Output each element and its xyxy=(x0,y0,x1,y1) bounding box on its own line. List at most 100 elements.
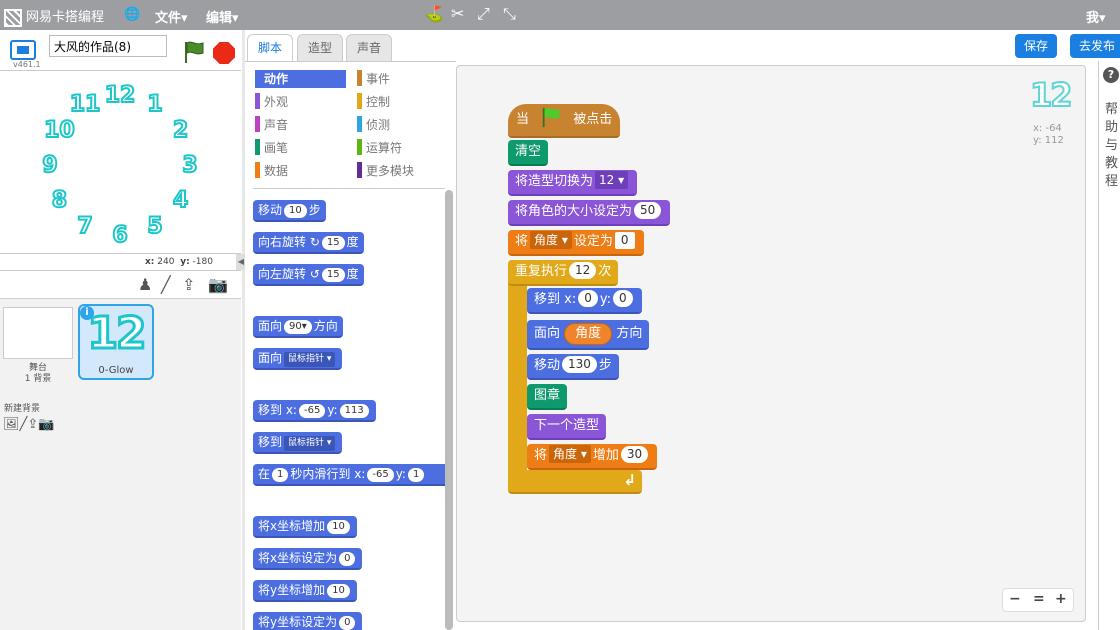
block-set-x[interactable]: 将x坐标设定为 0 xyxy=(253,548,363,570)
clock-number: 1 xyxy=(146,91,163,118)
help-icon[interactable]: ? xyxy=(1103,67,1119,83)
clock-number: 5 xyxy=(146,213,163,240)
green-flag-icon[interactable] xyxy=(182,40,206,64)
sprite-thumbnail[interactable]: 12 0-Glow i xyxy=(78,304,154,380)
tab-sounds[interactable]: 声音 xyxy=(346,34,393,62)
change-variable-block[interactable]: 将角度 ▾ 增加 30 xyxy=(527,444,658,470)
clear-block[interactable]: 清空 xyxy=(508,140,549,166)
category-color-swatch xyxy=(255,116,260,132)
block-set-y[interactable]: 将y坐标设定为 0 xyxy=(253,612,363,630)
category-color-swatch xyxy=(357,139,362,155)
stop-icon[interactable] xyxy=(213,42,235,64)
duplicate-tool-icon[interactable]: ⛳ xyxy=(424,4,444,23)
new-backdrop-tools: 🖼╱⇪📷 xyxy=(3,417,54,432)
category-label: 侦测 xyxy=(366,118,391,132)
stage-canvas[interactable]: 12 1 2 3 4 5 6 7 8 9 10 11 xyxy=(0,70,241,254)
category-color-swatch xyxy=(255,70,260,86)
workspace-sprite-preview: 12 xyxy=(1029,75,1073,115)
category-4[interactable]: 声音 xyxy=(255,116,346,134)
backdrop-library-icon[interactable]: 🖼 xyxy=(3,417,20,432)
delete-tool-icon[interactable]: ✂ xyxy=(451,4,464,23)
move-steps-block[interactable]: 移动 130 步 xyxy=(527,354,619,380)
edit-menu[interactable]: 编辑▾ xyxy=(206,7,239,26)
block-glide[interactable]: 在 1 秒内滑行到 x: -65 y: 1 xyxy=(253,464,453,486)
block-turn-left[interactable]: 向左旋转 ↺ 15 度 xyxy=(253,264,364,286)
loop-arrow-icon: ↲ xyxy=(623,471,636,489)
clock-number: 3 xyxy=(181,152,198,179)
clock-number: 4 xyxy=(172,187,189,214)
set-size-block[interactable]: 将角色的大小设定为 50 xyxy=(508,200,671,226)
switch-costume-block[interactable]: 将造型切换为 12 ▾ xyxy=(508,170,638,196)
block-change-x[interactable]: 将x坐标增加 10 xyxy=(253,516,357,538)
grow-tool-icon[interactable]: ⤢ xyxy=(477,4,490,24)
category-1[interactable]: 事件 xyxy=(357,70,448,88)
paint-sprite-icon[interactable]: ╱ xyxy=(161,275,171,294)
zoom-out-icon[interactable]: − xyxy=(1009,591,1021,607)
choose-sprite-icon[interactable]: ♟ xyxy=(138,275,152,294)
camera-icon[interactable]: 📷 xyxy=(208,275,228,294)
sprite-toolbar: ♟ ╱ ⇪ 📷 xyxy=(0,270,241,298)
help-label: 帮助与教程 xyxy=(1105,102,1119,189)
zoom-reset-icon[interactable]: = xyxy=(1033,591,1045,607)
category-7[interactable]: 运算符 xyxy=(357,139,448,157)
block-goto[interactable]: 移到 鼠标指针 ▾ xyxy=(253,432,343,454)
goto-xy-block[interactable]: 移到 x: 0 y: 0 xyxy=(527,288,642,314)
set-variable-block[interactable]: 将角度 ▾ 设定为 0 xyxy=(508,230,644,256)
angle-variable-reporter: 角度 xyxy=(564,323,613,345)
user-menu[interactable]: 我▾ xyxy=(1086,7,1106,26)
green-flag-icon xyxy=(542,107,560,128)
project-title-input[interactable] xyxy=(49,35,167,57)
category-0[interactable]: 动作 xyxy=(255,70,346,88)
category-6[interactable]: 画笔 xyxy=(255,139,346,157)
new-backdrop-label: 新建背景 xyxy=(4,404,41,414)
clock-number: 8 xyxy=(51,187,68,214)
category-5[interactable]: 侦测 xyxy=(357,116,448,134)
sprite-name: 0-Glow xyxy=(98,365,134,376)
category-8[interactable]: 数据 xyxy=(255,162,346,180)
upload-sprite-icon[interactable]: ⇪ xyxy=(182,275,195,294)
help-panel[interactable]: ? 帮助与教程 xyxy=(1098,61,1120,630)
zoom-in-icon[interactable]: + xyxy=(1055,591,1067,607)
brand-name: 网易卡搭编程 xyxy=(26,10,105,25)
block-point-in-direction[interactable]: 面向 90▾ 方向 xyxy=(253,316,343,338)
shrink-tool-icon[interactable]: ⤡ xyxy=(503,4,516,24)
repeat-block-end: ↲ xyxy=(508,470,642,494)
block-turn-right[interactable]: 向右旋转 ↻ 15 度 xyxy=(253,232,364,254)
repeat-block[interactable]: 重复执行 12 次 xyxy=(508,260,619,286)
fullscreen-button[interactable] xyxy=(10,40,36,60)
next-costume-block[interactable]: 下一个造型 xyxy=(527,414,607,440)
repeat-block-arm xyxy=(508,260,527,492)
block-goto-xy[interactable]: 移到 x: -65 y: 113 xyxy=(253,400,376,422)
editor-tabs: 脚本 造型 声音 xyxy=(245,30,1120,63)
category-color-swatch xyxy=(255,139,260,155)
block-move[interactable]: 移动 10 步 xyxy=(253,200,326,222)
clock-number: 6 xyxy=(111,222,128,249)
clock-number: 2 xyxy=(172,117,189,144)
stamp-block[interactable]: 图章 xyxy=(527,384,568,410)
script-workspace[interactable]: 当 被点击 清空 将造型切换为 12 ▾ 将角色的大小设定为 50 将角度 ▾ 设定为… xyxy=(456,65,1086,622)
info-icon[interactable]: i xyxy=(80,306,94,320)
language-menu[interactable]: 🌐 xyxy=(124,7,140,22)
block-palette: 动作 事件 外观 控制 声音 侦测 画笔 运算符 数据 更多模块 移动 10 步 向右旋转 ↻ 15 度 … xyxy=(245,61,456,630)
category-9[interactable]: 更多模块 xyxy=(357,162,448,180)
tab-scripts[interactable]: 脚本 xyxy=(247,34,294,63)
clock-number: 10 xyxy=(43,117,76,144)
category-3[interactable]: 控制 xyxy=(357,93,448,111)
backdrop-camera-icon[interactable]: 📷 xyxy=(38,417,54,432)
when-flag-clicked-block[interactable]: 当 被点击 xyxy=(508,104,621,138)
tab-costumes[interactable]: 造型 xyxy=(297,34,344,62)
file-menu[interactable]: 文件▾ xyxy=(155,7,188,26)
stage-thumbnail[interactable] xyxy=(3,307,73,359)
block-point-towards[interactable]: 面向 鼠标指针 ▾ xyxy=(253,348,343,370)
point-direction-block[interactable]: 面向 角度 方向 xyxy=(527,320,650,350)
category-label: 控制 xyxy=(366,95,391,109)
category-label: 数据 xyxy=(264,164,289,178)
palette-scrollbar[interactable] xyxy=(445,190,453,630)
category-color-swatch xyxy=(357,162,362,178)
publish-button[interactable]: 去发布 xyxy=(1070,34,1120,58)
brand-logo[interactable]: 网易卡搭编程 xyxy=(4,6,104,27)
block-change-y[interactable]: 将y坐标增加 10 xyxy=(253,580,357,602)
save-button[interactable]: 保存 xyxy=(1015,34,1058,58)
category-2[interactable]: 外观 xyxy=(255,93,346,111)
upload-backdrop-icon[interactable]: ⇪ xyxy=(27,417,38,432)
